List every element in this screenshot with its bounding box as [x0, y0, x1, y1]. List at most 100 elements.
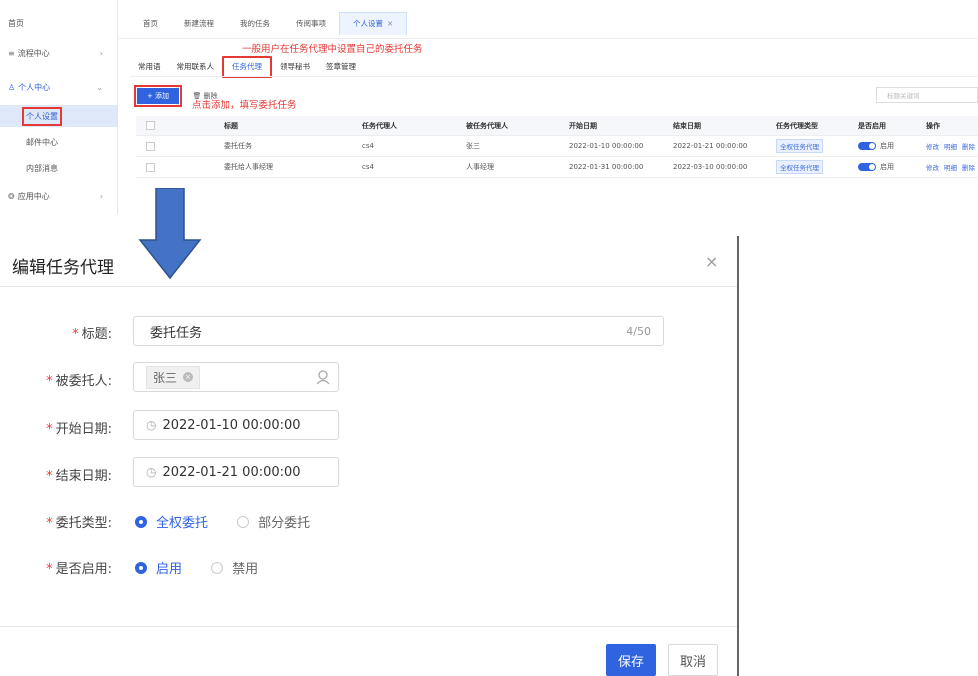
sidebar: 首页 ≡ 流程中心 › ♙ 个人中心 ⌄ 个人设置 邮件中心 内部消息 ❂ 应用…	[0, 0, 118, 214]
dialog-header-divider	[0, 286, 737, 287]
column-header-start-date: 开始日期	[569, 121, 597, 130]
column-header-end-date: 结束日期	[673, 121, 701, 130]
column-header-actions: 操作	[926, 121, 940, 130]
flow-icon: ≡	[8, 48, 15, 58]
title-input[interactable]: 委托任务 4/50	[133, 316, 664, 346]
table-row: 委托任务 cs4 张三 2022-01-10 00:00:00 2022-01-…	[136, 136, 978, 157]
dialog-title: 编辑任务代理	[12, 258, 114, 278]
column-header-title: 标题	[224, 121, 238, 130]
save-button[interactable]: 保存	[606, 644, 656, 676]
radio-full-delegation[interactable]: 全权委托	[135, 512, 208, 531]
dialog-right-border	[737, 236, 739, 676]
start-date-input[interactable]: ◷ 2022-01-10 00:00:00	[133, 410, 339, 440]
dialog-footer-divider	[0, 626, 737, 627]
chevron-down-icon: ⌄	[96, 82, 103, 92]
subtab-signature-management[interactable]: 签章管理	[318, 58, 364, 76]
tab-home[interactable]: 首页	[130, 13, 171, 35]
delegate-label: * 被委托人:	[46, 374, 112, 389]
search-input[interactable]: 标题关键词	[876, 87, 978, 103]
tab-new-flow[interactable]: 新建流程	[171, 13, 227, 35]
cell-actions: 修改 明细 删除	[926, 136, 978, 156]
settings-subtabs: 常用语 常用联系人 任务代理 领导秘书 签章管理	[130, 56, 364, 78]
row-checkbox[interactable]	[146, 136, 155, 156]
column-header-delegator: 被任务代理人	[466, 121, 508, 130]
cell-agent: cs4	[362, 163, 374, 171]
sidebar-item-home[interactable]: 首页	[0, 12, 117, 34]
type-tag: 全权任务代理	[776, 160, 823, 174]
tab-circulation[interactable]: 传阅事项	[283, 13, 339, 35]
sidebar-item-internal-messages[interactable]: 内部消息	[0, 157, 117, 179]
edit-delegation-dialog	[0, 236, 738, 676]
table-header-row: 标题 任务代理人 被任务代理人 开始日期 结束日期 任务代理类型 是否启用 操作	[136, 116, 978, 136]
column-header-type: 任务代理类型	[776, 121, 818, 130]
cell-type: 全权任务代理	[776, 136, 823, 156]
subtab-common-phrases[interactable]: 常用语	[130, 58, 169, 76]
tab-my-tasks[interactable]: 我的任务	[227, 13, 283, 35]
cell-start-date: 2022-01-10 00:00:00	[569, 142, 644, 150]
subtab-task-delegation[interactable]: 任务代理	[222, 56, 272, 78]
cell-delegator: 张三	[466, 142, 480, 150]
close-icon[interactable]: ×	[705, 252, 718, 271]
close-icon[interactable]: ×	[387, 19, 393, 28]
user-select-icon[interactable]	[316, 370, 330, 385]
edit-link[interactable]: 修改	[926, 141, 939, 151]
sidebar-item-personal-settings[interactable]: 个人设置	[0, 105, 117, 127]
user-icon: ♙	[8, 82, 16, 92]
cell-end-date: 2022-01-21 00:00:00	[673, 142, 748, 150]
delete-link[interactable]: 删除	[962, 162, 975, 172]
delegation-type-label: * 委托类型:	[46, 516, 112, 531]
select-all-checkbox[interactable]	[146, 116, 155, 135]
title-label: * 标题:	[72, 327, 112, 342]
clock-icon: ◷	[146, 465, 157, 479]
sidebar-item-personal-center[interactable]: ♙ 个人中心 ⌄	[0, 76, 117, 98]
edit-link[interactable]: 修改	[926, 162, 939, 172]
annotation-note-2: 点击添加，填写委托任务	[192, 100, 297, 111]
cell-enabled: 启用	[858, 136, 894, 156]
cell-type: 全权任务代理	[776, 157, 823, 177]
cell-start-date: 2022-01-31 00:00:00	[569, 163, 644, 171]
radio-enabled[interactable]: 启用	[135, 558, 182, 577]
cancel-button[interactable]: 取消	[668, 644, 718, 676]
delete-link[interactable]: 删除	[962, 141, 975, 151]
subtab-common-contacts[interactable]: 常用联系人	[169, 58, 223, 76]
chevron-right-icon: ›	[99, 191, 103, 201]
cell-enabled: 启用	[858, 157, 894, 177]
sidebar-item-mail-center[interactable]: 邮件中心	[0, 131, 117, 153]
delegation-table: 标题 任务代理人 被任务代理人 开始日期 结束日期 任务代理类型 是否启用 操作…	[136, 116, 978, 178]
delegation-type-radio-group: 全权委托 部分委托	[135, 512, 334, 532]
cell-title: 委托任务	[224, 142, 252, 150]
column-header-agent: 任务代理人	[362, 121, 397, 130]
add-button[interactable]: + 添加	[134, 85, 182, 107]
cell-agent: cs4	[362, 142, 374, 150]
radio-disabled[interactable]: 禁用	[211, 558, 258, 577]
detail-link[interactable]: 明细	[944, 141, 957, 151]
enabled-radio-group: 启用 禁用	[135, 558, 282, 578]
cell-title: 委托给人事经理	[224, 163, 273, 171]
start-date-label: * 开始日期:	[46, 422, 112, 437]
sidebar-item-app-center[interactable]: ❂ 应用中心 ›	[0, 185, 117, 207]
tab-personal-settings[interactable]: 个人设置 ×	[339, 12, 408, 35]
top-tab-bar: 首页 新建流程 我的任务 传阅事项 个人设置 ×	[118, 0, 978, 39]
detail-link[interactable]: 明细	[944, 162, 957, 172]
end-date-input[interactable]: ◷ 2022-01-21 00:00:00	[133, 457, 339, 487]
column-header-enabled: 是否启用	[858, 121, 886, 130]
down-arrow-icon	[138, 188, 202, 280]
char-counter: 4/50	[626, 324, 651, 338]
type-tag: 全权任务代理	[776, 139, 823, 153]
delegate-picker[interactable]: 张三 ×	[133, 362, 339, 392]
enabled-toggle[interactable]	[858, 142, 876, 150]
subtab-divider	[130, 76, 978, 77]
delegate-chip: 张三 ×	[146, 365, 201, 389]
end-date-label: * 结束日期:	[46, 469, 112, 484]
sidebar-item-flow-center[interactable]: ≡ 流程中心 ›	[0, 42, 117, 64]
clock-icon: ◷	[146, 418, 157, 432]
row-checkbox[interactable]	[146, 157, 155, 177]
radio-partial-delegation[interactable]: 部分委托	[237, 512, 310, 531]
chevron-right-icon: ›	[99, 48, 103, 58]
remove-chip-icon[interactable]: ×	[183, 372, 194, 382]
table-row: 委托给人事经理 cs4 人事经理 2022-01-31 00:00:00 202…	[136, 157, 978, 178]
cell-end-date: 2022-03-10 00:00:00	[673, 163, 748, 171]
subtab-leader-secretary[interactable]: 领导秘书	[272, 58, 318, 76]
enabled-toggle[interactable]	[858, 163, 876, 171]
enabled-label: * 是否启用:	[46, 562, 112, 577]
